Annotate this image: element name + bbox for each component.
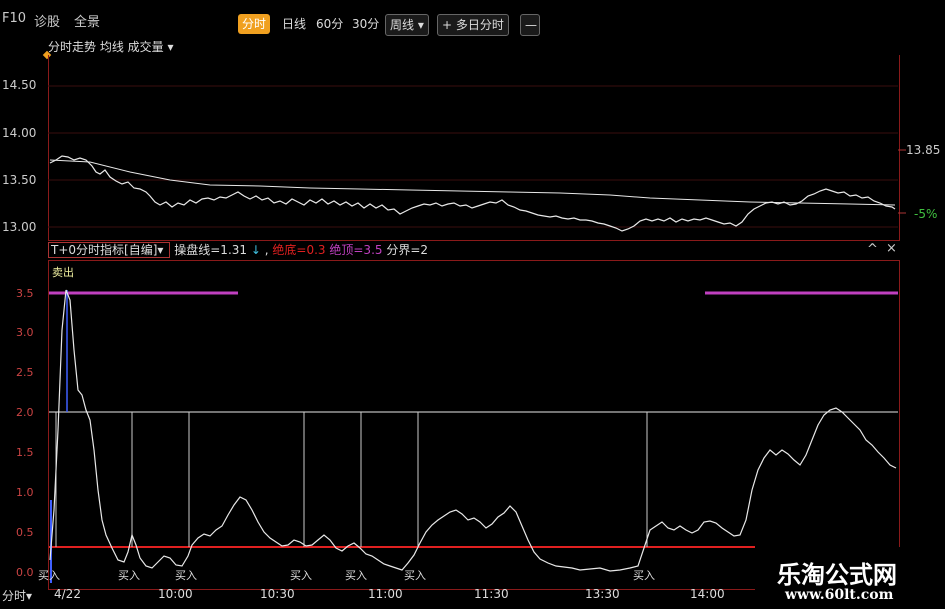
buy-signal-label: 买入: [118, 569, 140, 582]
indicator-axis-label: 2.5: [16, 366, 34, 379]
time-mode-label: 分时: [2, 589, 27, 603]
top-value: 绝顶=3.5: [329, 243, 383, 257]
indicator-axis-label: 1.5: [16, 446, 34, 459]
buy-signal-label: 买入: [345, 569, 367, 582]
time-label: 11:30: [474, 587, 509, 601]
indicator-title: T+0分时指标[自编]: [51, 243, 158, 257]
watermark: 乐淘公式网 www.60lt.com: [755, 547, 945, 609]
indicator-axis-label: 0.5: [16, 526, 34, 539]
time-label: 13:30: [585, 587, 620, 601]
indicator-chart-frame: [48, 260, 900, 590]
separator-comma: ,: [264, 243, 269, 257]
buy-signal-label: 买入: [404, 569, 426, 582]
boundary-value: 分界=2: [386, 243, 429, 257]
indicator-bar: T+0分时指标[自编]▾ 操盘线=1.31 ↓ , 绝底=0.3 绝顶=3.5 …: [48, 241, 898, 259]
indicator-axis-label: 1.0: [16, 486, 34, 499]
chevron-down-icon: ▾: [26, 589, 33, 603]
bottom-value: 绝底=0.3: [272, 243, 326, 257]
indicator-axis-label: 3.5: [16, 287, 34, 300]
indicator-axis-label: 2.0: [16, 406, 34, 419]
indicator-title-dropdown[interactable]: T+0分时指标[自编]▾: [48, 242, 171, 258]
date-label: 4/22: [54, 587, 81, 601]
time-label: 14:00: [690, 587, 725, 601]
time-label: 11:00: [368, 587, 403, 601]
buy-signal-label: 买入: [175, 569, 197, 582]
buy-signal-label: 买入: [633, 569, 655, 582]
price-line: [49, 155, 896, 232]
buy-signal-label: 买入: [38, 569, 60, 582]
sell-signal-label: 卖出: [52, 266, 74, 279]
watermark-name: 乐淘公式网: [777, 560, 897, 589]
main-line-value: 操盘线=1.31: [174, 243, 248, 257]
collapse-up-icon[interactable]: ^: [867, 242, 878, 257]
indicator-axis-label: 0.0: [16, 566, 34, 579]
time-label: 10:30: [260, 587, 295, 601]
indicator-axis-label: 3.0: [16, 326, 34, 339]
watermark-url: www.60lt.com: [785, 587, 894, 603]
time-axis: 分时▾ 4/22 10:00 10:30 11:00 11:30 13:30 1…: [0, 584, 755, 609]
down-arrow-icon: ↓: [250, 243, 261, 257]
time-label: 10:00: [158, 587, 193, 601]
chevron-down-icon: ▾: [157, 243, 164, 257]
time-mode-dropdown[interactable]: 分时▾: [2, 587, 32, 604]
average-price-line: [49, 159, 896, 206]
buy-signal-label: 买入: [290, 569, 312, 582]
close-icon[interactable]: ×: [886, 241, 897, 256]
